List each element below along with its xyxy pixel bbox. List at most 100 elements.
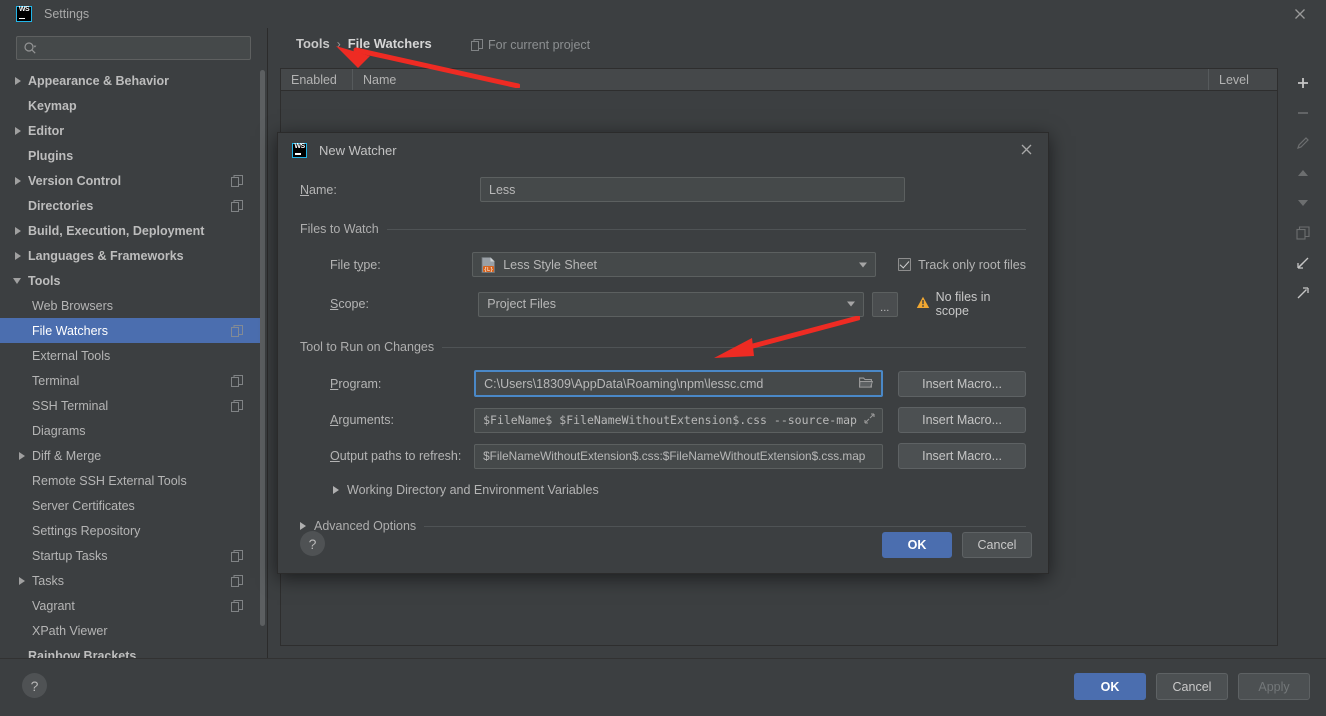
move-up-button[interactable] [1291,162,1315,184]
column-header-enabled[interactable]: Enabled [281,69,353,90]
sidebar-item-keymap[interactable]: Keymap [0,93,261,118]
sidebar-item-label: Version Control [28,173,122,188]
ok-button[interactable]: OK [1074,673,1146,700]
name-field[interactable]: Less [480,177,905,202]
output-paths-insert-macro-button[interactable]: Insert Macro... [898,443,1026,469]
program-value: C:\Users\18309\AppData\Roaming\npm\lessc… [484,376,764,391]
chevron-right-icon[interactable] [12,74,26,88]
chevron-down-icon [859,262,868,267]
sidebar-item-version-control[interactable]: Version Control [0,168,261,193]
scope-combo[interactable]: Project Files [478,291,864,317]
sidebar-item-rainbow-brackets[interactable]: Rainbow Brackets [0,643,261,659]
sidebar-item-label: File Watchers [32,323,108,338]
breadcrumb: Tools › File Watchers [296,36,432,51]
sidebar-item-web-browsers[interactable]: Web Browsers [0,293,261,318]
sidebar-item-label: Keymap [28,98,77,113]
dialog-cancel-button[interactable]: Cancel [962,532,1032,558]
import-button[interactable] [1291,252,1315,274]
sidebar-item-external-tools[interactable]: External Tools [0,343,261,368]
sidebar-item-languages-frameworks[interactable]: Languages & Frameworks [0,243,261,268]
sidebar-item-xpath-viewer[interactable]: XPath Viewer [0,618,261,643]
scope-browse-button[interactable]: ... [871,291,898,317]
browse-folder-icon[interactable] [859,376,874,391]
sidebar-item-plugins[interactable]: Plugins [0,143,261,168]
watchers-toolbar [1286,68,1320,646]
sidebar-scrollbar[interactable] [260,70,265,626]
track-only-root-files-checkbox[interactable] [898,258,912,271]
chevron-down-icon[interactable] [12,274,26,288]
remove-button[interactable] [1291,102,1315,124]
sidebar-item-settings-repository[interactable]: Settings Repository [0,518,261,543]
working-directory-disclosure[interactable]: Working Directory and Environment Variab… [333,483,1026,497]
chevron-right-icon[interactable] [12,249,26,263]
window-footer: ? OK Cancel Apply [0,658,1326,716]
less-style-sheet-icon: {L} [481,256,496,273]
help-button[interactable]: ? [22,673,47,698]
export-button[interactable] [1291,282,1315,304]
chevron-right-icon[interactable] [12,224,26,238]
expand-editor-icon[interactable] [864,413,875,427]
track-only-root-files-label: Track only root files [918,257,1026,272]
sidebar-item-terminal[interactable]: Terminal [0,368,261,393]
section-divider [386,228,1026,230]
webstorm-logo-icon [16,6,32,22]
apply-button[interactable]: Apply [1238,673,1310,700]
window-title: Settings [44,7,90,21]
column-header-level[interactable]: Level [1209,69,1277,90]
sidebar-item-editor[interactable]: Editor [0,118,261,143]
window-titlebar: Settings [0,0,1326,28]
sidebar-item-file-watchers[interactable]: File Watchers [0,318,261,343]
file-type-combo[interactable]: {L} Less Style Sheet [472,252,877,277]
chevron-right-icon[interactable] [16,449,30,463]
arguments-row: Arguments: $FileName$ $FileNameWithoutEx… [300,407,1026,433]
arguments-insert-macro-button[interactable]: Insert Macro... [898,407,1026,433]
edit-button[interactable] [1291,132,1315,154]
section-divider [442,346,1026,348]
sidebar-item-build-execution-deployment[interactable]: Build, Execution, Deployment [0,218,261,243]
sidebar-item-tools[interactable]: Tools [0,268,261,293]
column-header-name[interactable]: Name [353,69,1209,90]
dialog-close-icon[interactable] [1019,142,1034,157]
sidebar-item-server-certificates[interactable]: Server Certificates [0,493,261,518]
sidebar-item-ssh-terminal[interactable]: SSH Terminal [0,393,261,418]
track-only-root-files-row[interactable]: Track only root files [898,258,1026,272]
sidebar-item-label: Remote SSH External Tools [32,473,187,488]
file-type-value: Less Style Sheet [503,257,598,272]
output-paths-label: Output paths to refresh: [330,449,462,463]
sidebar-item-vagrant[interactable]: Vagrant [0,593,261,618]
breadcrumb-root[interactable]: Tools [296,36,330,51]
program-insert-macro-button[interactable]: Insert Macro... [898,370,1026,397]
sidebar-item-diagrams[interactable]: Diagrams [0,418,261,443]
sidebar-item-startup-tasks[interactable]: Startup Tasks [0,543,261,568]
files-to-watch-section: Files to Watch [300,222,1026,236]
arguments-field[interactable]: $FileName$ $FileNameWithoutExtension$.cs… [474,407,884,433]
dialog-help-button[interactable]: ? [300,531,325,556]
name-row: Name: Less [300,177,1026,202]
project-scope-icon [231,199,243,212]
sidebar-item-label: Appearance & Behavior [28,73,170,88]
chevron-right-icon[interactable] [12,124,26,138]
copy-button[interactable] [1291,222,1315,244]
name-label: Name: [300,182,337,197]
project-scope-icon [231,549,243,562]
chevron-right-icon[interactable] [12,174,26,188]
dialog-ok-button[interactable]: OK [882,532,952,558]
add-button[interactable] [1291,72,1315,94]
table-header-row: Enabled Name Level [281,69,1277,91]
cancel-button[interactable]: Cancel [1156,673,1228,700]
search-box[interactable] [16,36,251,60]
sidebar-item-appearance-behavior[interactable]: Appearance & Behavior [0,68,261,93]
chevron-right-icon[interactable] [16,574,30,588]
search-input[interactable] [37,41,250,55]
sidebar-item-diff-merge[interactable]: Diff & Merge [0,443,261,468]
sidebar-item-directories[interactable]: Directories [0,193,261,218]
sidebar-item-remote-ssh-external-tools[interactable]: Remote SSH External Tools [0,468,261,493]
chevron-down-icon [846,301,855,307]
sidebar-item-tasks[interactable]: Tasks [0,568,261,593]
close-icon[interactable] [1292,6,1308,22]
output-paths-field[interactable]: $FileNameWithoutExtension$.css:$FileName… [474,443,884,469]
dialog-title: New Watcher [319,142,397,158]
program-field[interactable]: C:\Users\18309\AppData\Roaming\npm\lessc… [474,370,884,397]
move-down-button[interactable] [1291,192,1315,214]
warning-icon [916,296,930,312]
